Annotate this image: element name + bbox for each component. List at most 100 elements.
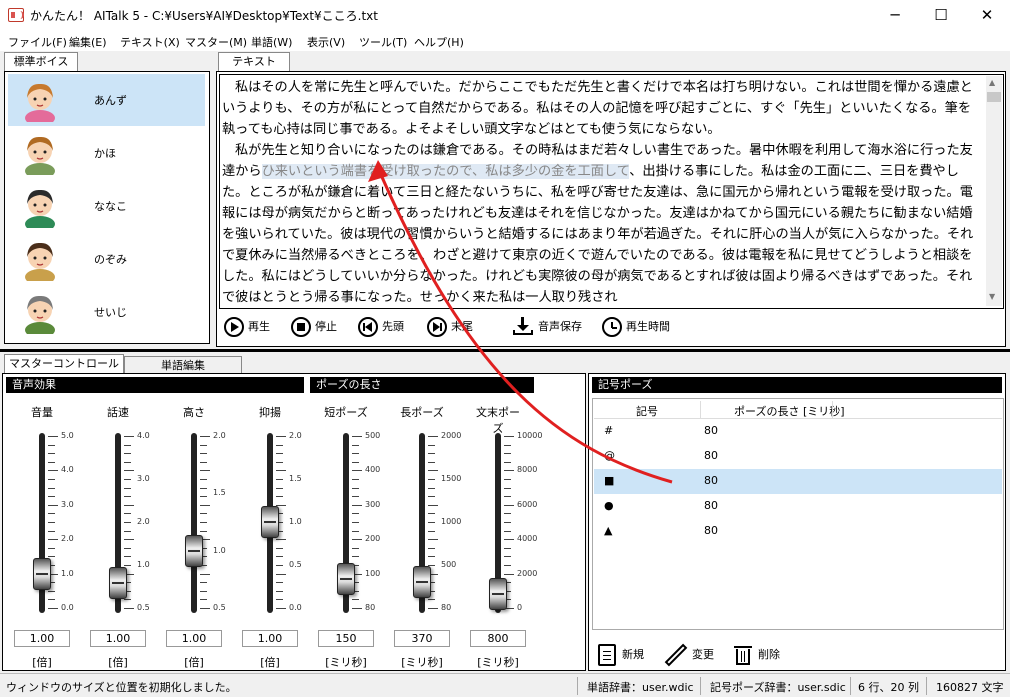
slider-label: 音量: [31, 406, 53, 419]
tick-mark: [200, 479, 207, 480]
slider-thumb[interactable]: [33, 557, 51, 590]
table-row[interactable]: ● 80: [594, 494, 1002, 519]
menu-master[interactable]: マスター(M): [185, 34, 247, 50]
menu-file[interactable]: ファイル(F): [8, 34, 67, 50]
scroll-thumb[interactable]: [987, 92, 1001, 102]
slider-value-field[interactable]: 1.00: [90, 630, 146, 647]
tick-mark: [276, 470, 286, 472]
scale-label: 1.0: [61, 568, 74, 578]
slider-value-field[interactable]: 1.00: [14, 630, 70, 647]
slider-value-field[interactable]: 150: [318, 630, 374, 647]
slider-track[interactable]: [191, 433, 197, 613]
scale-label: 4.0: [137, 431, 150, 440]
splitter[interactable]: [0, 349, 1010, 352]
paragraph-2: 私が先生と知り合いになったのは鎌倉である。その時私はまだ若々しい書生であった。暑…: [222, 140, 982, 305]
voice-item[interactable]: のぞみ: [8, 233, 205, 285]
tick-mark: [352, 436, 362, 437]
slider-label: 短ポーズ: [324, 406, 368, 419]
table-header: 記号 ポーズの長さ [ミリ秒]: [594, 401, 1002, 419]
slider-thumb[interactable]: [185, 534, 203, 567]
tick-mark: [504, 513, 511, 515]
menu-tools[interactable]: ツール(T): [359, 34, 407, 50]
menu-text[interactable]: テキスト(X): [120, 34, 180, 50]
voice-name: のぞみ: [94, 253, 127, 266]
slider-unit: [倍]: [184, 656, 204, 669]
slider-label: 話速: [107, 406, 129, 419]
tab-text[interactable]: テキスト: [218, 52, 290, 72]
column-pause-length[interactable]: ポーズの長さ [ミリ秒]: [734, 403, 845, 419]
tick-mark: [428, 436, 438, 437]
scale-label: 3.0: [61, 499, 74, 509]
stop-button[interactable]: 停止: [291, 316, 337, 338]
tick-mark: [504, 496, 511, 498]
menu-help[interactable]: ヘルプ(H): [414, 34, 464, 50]
tab-word-edit[interactable]: 単語編集: [124, 356, 242, 374]
tick-mark: [48, 513, 55, 515]
menu-edit[interactable]: 編集(E): [69, 34, 107, 50]
pause-length-cell: 80: [704, 424, 718, 437]
slider-thumb[interactable]: [109, 567, 127, 600]
tick-mark: [124, 599, 131, 601]
voice-item[interactable]: せいじ: [8, 286, 205, 338]
slider-thumb[interactable]: [261, 506, 279, 538]
scroll-down-icon[interactable]: ▼: [989, 292, 995, 301]
slider-value-field[interactable]: 1.00: [166, 630, 222, 647]
voice-item[interactable]: あんず: [8, 74, 205, 126]
pause-length-cell: 80: [704, 474, 718, 487]
editor-scrollbar[interactable]: ▲ ▼: [986, 76, 1002, 306]
tab-standard-voice[interactable]: 標準ボイス: [4, 52, 78, 72]
tick-mark: [48, 487, 55, 489]
tick-mark: [200, 513, 207, 515]
cursor-position: 6 行、20 列: [858, 681, 919, 694]
tick-mark: [276, 444, 283, 446]
editor-text[interactable]: 私はその人を常に先生と呼んでいた。だからここでもただ先生と書くだけで本名は打ち明…: [222, 77, 982, 305]
slider-thumb[interactable]: [413, 566, 431, 599]
table-row[interactable]: @80: [594, 444, 1002, 469]
tab-master-control[interactable]: マスターコントロール: [4, 354, 124, 374]
tick-mark: [276, 608, 286, 609]
maximize-button[interactable]: ☐: [918, 0, 964, 31]
menu-view[interactable]: 表示(V): [307, 34, 345, 50]
tick-mark: [124, 539, 134, 541]
new-button[interactable]: 新規: [598, 641, 644, 666]
tick-mark: [352, 556, 359, 558]
tick-mark: [124, 565, 131, 566]
slider-value-field[interactable]: 1.00: [242, 630, 298, 647]
voice-item[interactable]: ななこ: [8, 180, 205, 232]
play-time-button[interactable]: 再生時間: [602, 316, 670, 338]
tick-mark: [504, 530, 511, 532]
delete-button[interactable]: 削除: [734, 641, 780, 665]
slider-value-field[interactable]: 370: [394, 630, 450, 647]
minimize-button[interactable]: ─: [872, 0, 918, 31]
slider-value-field[interactable]: 800: [470, 630, 526, 647]
close-button[interactable]: ✕: [964, 0, 1010, 31]
tick-mark: [48, 547, 55, 549]
edit-button[interactable]: 変更: [664, 641, 714, 667]
scale-label: 1.0: [289, 517, 302, 526]
skip-end-button[interactable]: 末尾: [427, 316, 473, 338]
slider-thumb[interactable]: [337, 563, 355, 596]
tick-mark: [428, 461, 435, 463]
tick-mark: [200, 522, 207, 523]
tick-mark: [124, 453, 131, 455]
scroll-up-icon[interactable]: ▲: [989, 78, 995, 87]
tick-mark: [504, 453, 511, 455]
tick-mark: [352, 608, 362, 609]
voice-item[interactable]: かほ: [8, 127, 205, 179]
column-symbol[interactable]: 記号: [636, 403, 658, 419]
character-count: 160827 文字: [936, 681, 1004, 694]
scale-label: 2.0: [61, 534, 74, 544]
tick-mark: [428, 513, 435, 515]
tick-mark: [200, 530, 207, 532]
save-audio-button[interactable]: 音声保存: [512, 316, 582, 338]
table-row[interactable]: ▲ 80: [594, 519, 1002, 544]
rewind-button[interactable]: 先頭: [358, 316, 404, 338]
slider-thumb[interactable]: [489, 578, 507, 611]
menu-word[interactable]: 単語(W): [251, 34, 292, 50]
tick-mark: [48, 590, 55, 592]
play-button[interactable]: 再生: [224, 316, 270, 338]
tick-mark: [352, 599, 359, 601]
table-row[interactable]: #80: [594, 419, 1002, 444]
tick-mark: [352, 453, 359, 455]
table-row[interactable]: ■ 80: [594, 469, 1002, 494]
